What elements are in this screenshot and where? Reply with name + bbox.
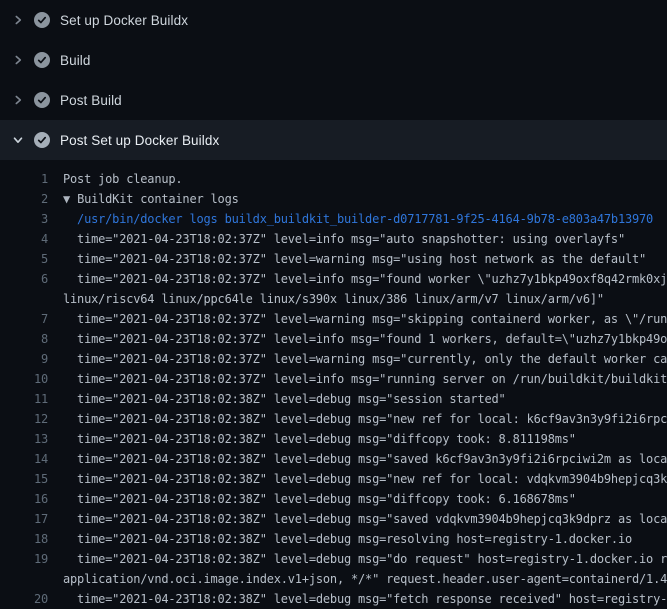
log-line-text: ▼ BuildKit container logs: [63, 189, 239, 209]
check-circle-icon: [34, 12, 50, 28]
actions-log-viewer: Set up Docker Buildx Build Post Build Post …: [0, 0, 667, 609]
step-list: Set up Docker Buildx Build Post Build Post …: [0, 0, 667, 160]
chevron-down-icon[interactable]: [10, 132, 26, 148]
log-line-text: time="2021-04-23T18:02:38Z" level=debug …: [63, 429, 576, 449]
log-line: 5 time="2021-04-23T18:02:37Z" level=warn…: [0, 249, 667, 269]
log-line-text: time="2021-04-23T18:02:38Z" level=debug …: [63, 549, 667, 569]
log-line-text: time="2021-04-23T18:02:37Z" level=warnin…: [63, 349, 667, 369]
log-line-text: time="2021-04-23T18:02:37Z" level=warnin…: [63, 309, 667, 329]
log-line-number[interactable]: 4: [0, 229, 48, 249]
log-line-number[interactable]: 9: [0, 349, 48, 369]
step-row-build[interactable]: Build: [0, 40, 667, 80]
log-line-number[interactable]: 20: [0, 589, 48, 609]
step-label: Post Set up Docker Buildx: [60, 133, 219, 148]
log-line-continuation: application/vnd.oci.image.index.v1+json,…: [0, 569, 667, 589]
log-line-number[interactable]: 1: [0, 169, 48, 189]
check-circle-icon: [34, 132, 50, 148]
log-line: 7 time="2021-04-23T18:02:37Z" level=warn…: [0, 309, 667, 329]
step-label: Post Build: [60, 93, 122, 108]
log-line-number[interactable]: 15: [0, 469, 48, 489]
log-line-text: application/vnd.oci.image.index.v1+json,…: [63, 569, 667, 589]
log-line: 8 time="2021-04-23T18:02:37Z" level=info…: [0, 329, 667, 349]
log-line-number[interactable]: 16: [0, 489, 48, 509]
log-line: 16 time="2021-04-23T18:02:38Z" level=deb…: [0, 489, 667, 509]
log-line-number[interactable]: 5: [0, 249, 48, 269]
log-line-number[interactable]: 8: [0, 329, 48, 349]
log-line-text: time="2021-04-23T18:02:38Z" level=debug …: [63, 529, 632, 549]
log-line-number[interactable]: 13: [0, 429, 48, 449]
log-line-number[interactable]: 6: [0, 269, 48, 289]
log-line-text: linux/riscv64 linux/ppc64le linux/s390x …: [63, 289, 604, 309]
chevron-right-icon[interactable]: [10, 92, 26, 108]
log-line-text: time="2021-04-23T18:02:37Z" level=info m…: [63, 269, 667, 289]
step-row-post-build[interactable]: Post Build: [0, 80, 667, 120]
log-line-number: [0, 569, 48, 589]
log-line-number[interactable]: 17: [0, 509, 48, 529]
log-line: 4 time="2021-04-23T18:02:37Z" level=info…: [0, 229, 667, 249]
log-line: 20 time="2021-04-23T18:02:38Z" level=deb…: [0, 589, 667, 609]
log-line-text: time="2021-04-23T18:02:38Z" level=debug …: [63, 509, 667, 529]
log-line: 15 time="2021-04-23T18:02:38Z" level=deb…: [0, 469, 667, 489]
log-line-text: time="2021-04-23T18:02:37Z" level=info m…: [63, 229, 625, 249]
log-line-text: time="2021-04-23T18:02:38Z" level=debug …: [63, 489, 576, 509]
log-line: 2 ▼ BuildKit container logs: [0, 189, 667, 209]
step-row-set-up-docker-buildx[interactable]: Set up Docker Buildx: [0, 0, 667, 40]
step-label: Build: [60, 53, 91, 68]
log-line-text: time="2021-04-23T18:02:37Z" level=info m…: [63, 369, 667, 389]
log-line: 1 Post job cleanup.: [0, 169, 667, 189]
log-line: 17 time="2021-04-23T18:02:38Z" level=deb…: [0, 509, 667, 529]
log-line-number[interactable]: 19: [0, 549, 48, 569]
log-line-text: time="2021-04-23T18:02:38Z" level=debug …: [63, 449, 667, 469]
log-line-number[interactable]: 7: [0, 309, 48, 329]
check-circle-icon: [34, 92, 50, 108]
log-line-text: Post job cleanup.: [63, 169, 182, 189]
log-line: 11 time="2021-04-23T18:02:38Z" level=deb…: [0, 389, 667, 409]
log-line-number[interactable]: 14: [0, 449, 48, 469]
step-row-post-set-up-docker-buildx[interactable]: Post Set up Docker Buildx: [0, 120, 667, 160]
step-label: Set up Docker Buildx: [60, 13, 188, 28]
chevron-right-icon[interactable]: [10, 52, 26, 68]
log-command-text: /usr/bin/docker logs buildx_buildkit_bui…: [63, 209, 653, 229]
log-line-number[interactable]: 18: [0, 529, 48, 549]
log-line: 6 time="2021-04-23T18:02:37Z" level=info…: [0, 269, 667, 289]
log-line: 18 time="2021-04-23T18:02:38Z" level=deb…: [0, 529, 667, 549]
log-line: 9 time="2021-04-23T18:02:37Z" level=warn…: [0, 349, 667, 369]
log-line-number[interactable]: 11: [0, 389, 48, 409]
log-line-number[interactable]: 2: [0, 189, 48, 209]
collapse-caret-icon[interactable]: ▼: [63, 192, 77, 206]
log-line: 3 /usr/bin/docker logs buildx_buildkit_b…: [0, 209, 667, 229]
log-line: 13 time="2021-04-23T18:02:38Z" level=deb…: [0, 429, 667, 449]
log-line-text: time="2021-04-23T18:02:38Z" level=debug …: [63, 589, 667, 609]
log-line-text: time="2021-04-23T18:02:38Z" level=debug …: [63, 469, 667, 489]
log-group-title: BuildKit container logs: [77, 192, 239, 206]
log-line-text: time="2021-04-23T18:02:37Z" level=info m…: [63, 329, 667, 349]
log-line-text: time="2021-04-23T18:02:38Z" level=debug …: [63, 389, 506, 409]
log-line: 14 time="2021-04-23T18:02:38Z" level=deb…: [0, 449, 667, 469]
log-line-text: time="2021-04-23T18:02:38Z" level=debug …: [63, 409, 667, 429]
log-line-number[interactable]: 3: [0, 209, 48, 229]
log-line-number[interactable]: 10: [0, 369, 48, 389]
chevron-right-icon[interactable]: [10, 12, 26, 28]
log-line-text: time="2021-04-23T18:02:37Z" level=warnin…: [63, 249, 646, 269]
log-line: 12 time="2021-04-23T18:02:38Z" level=deb…: [0, 409, 667, 429]
log-line-number[interactable]: 12: [0, 409, 48, 429]
log-line: 19 time="2021-04-23T18:02:38Z" level=deb…: [0, 549, 667, 569]
check-circle-icon: [34, 52, 50, 68]
log-output: 1 Post job cleanup. 2 ▼ BuildKit container …: [0, 160, 667, 609]
log-line-continuation: linux/riscv64 linux/ppc64le linux/s390x …: [0, 289, 667, 309]
log-line-number: [0, 289, 48, 309]
log-line: 10 time="2021-04-23T18:02:37Z" level=inf…: [0, 369, 667, 389]
